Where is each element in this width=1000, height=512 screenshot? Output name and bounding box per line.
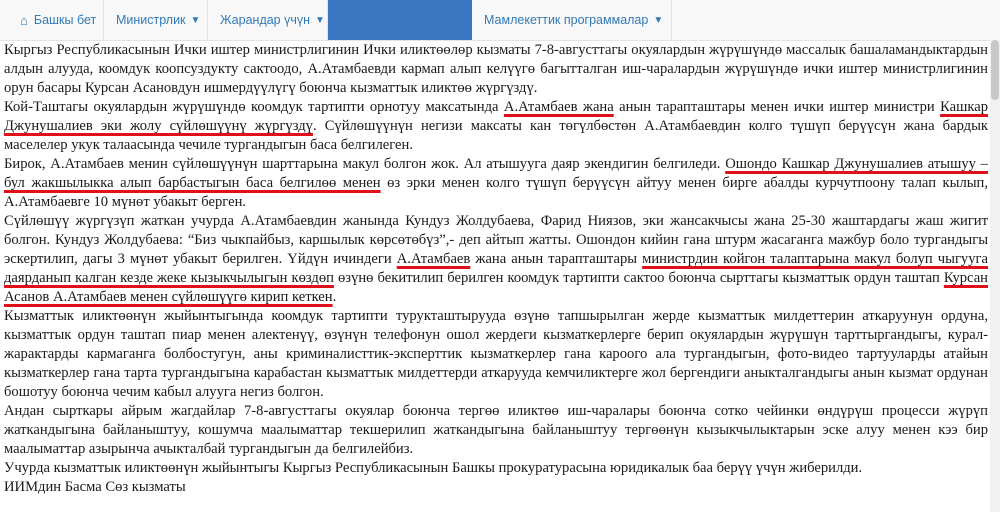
article-paragraph: Кызматтык иликтөөнүн жыйынтыгында коомду… xyxy=(4,308,988,400)
nav-ministry-label: Министрлик xyxy=(116,13,186,27)
navbar-empty-area xyxy=(672,0,1000,40)
nav-home-label: Башкы бет xyxy=(33,13,97,27)
vertical-scrollbar[interactable] xyxy=(990,40,1000,512)
article-body: Кыргыз Республикасынын Ички иштер минист… xyxy=(4,41,988,497)
home-icon: ⌂ xyxy=(20,12,28,28)
chevron-down-icon: ▼ xyxy=(190,14,201,26)
article-paragraph: Кыргыз Республикасынын Ички иштер минист… xyxy=(4,42,988,96)
top-navbar: ⌂ Башкы бет Министрлик ▼ Жарандар үчүн ▼… xyxy=(0,0,1000,41)
article-paragraph: Андан сырткары айрым жагдайлар 7-8-авгус… xyxy=(4,403,988,457)
nav-ministry-dropdown[interactable]: Министрлик ▼ xyxy=(104,0,208,40)
scrollbar-thumb[interactable] xyxy=(991,40,999,100)
highlighted-text: А.Атамбаев жана xyxy=(503,99,614,115)
nav-citizens-dropdown[interactable]: Жарандар үчүн ▼ xyxy=(208,0,328,40)
nav-active-item[interactable] xyxy=(328,0,472,40)
article-paragraph: Учурда кызматтык иликтөөнүн жыйынтыгы Кы… xyxy=(4,460,863,476)
article-paragraph: Сүйлөшүү жүргүзүп жаткан учурда А.Атамба… xyxy=(4,212,988,307)
text-run: анын тарапташтары менен ички иштер минис… xyxy=(613,99,941,115)
article-signature: ИИМдин Басма Сөз кызматы xyxy=(4,479,186,495)
nav-home[interactable]: ⌂ Башкы бет xyxy=(0,0,104,40)
nav-programs-label: Мамлекеттик программалар xyxy=(484,13,649,27)
nav-programs-dropdown[interactable]: Мамлекеттик программалар ▼ xyxy=(472,0,672,40)
chevron-down-icon: ▼ xyxy=(653,14,664,26)
chevron-down-icon: ▼ xyxy=(315,14,325,26)
text-run: . xyxy=(332,289,337,305)
highlighted-text: А.Атамбаев xyxy=(396,251,471,267)
text-run: өзүнө бекитилип берилген коомдук тартипт… xyxy=(333,270,944,286)
nav-citizens-label: Жарандар үчүн xyxy=(220,13,311,27)
article-paragraph: Кой-Таштагы окуялардын жүрүшүндө коомдук… xyxy=(4,98,988,155)
text-run: Кой-Таштагы окуялардын жүрүшүндө коомдук… xyxy=(4,99,504,115)
article-paragraph: Бирок, А.Атамбаев менин сүйлөшүүнүн шарт… xyxy=(4,155,988,212)
text-run: Бирок, А.Атамбаев менин сүйлөшүүнүн шарт… xyxy=(4,156,726,172)
text-run: жана анын тарапташтары xyxy=(470,251,643,267)
